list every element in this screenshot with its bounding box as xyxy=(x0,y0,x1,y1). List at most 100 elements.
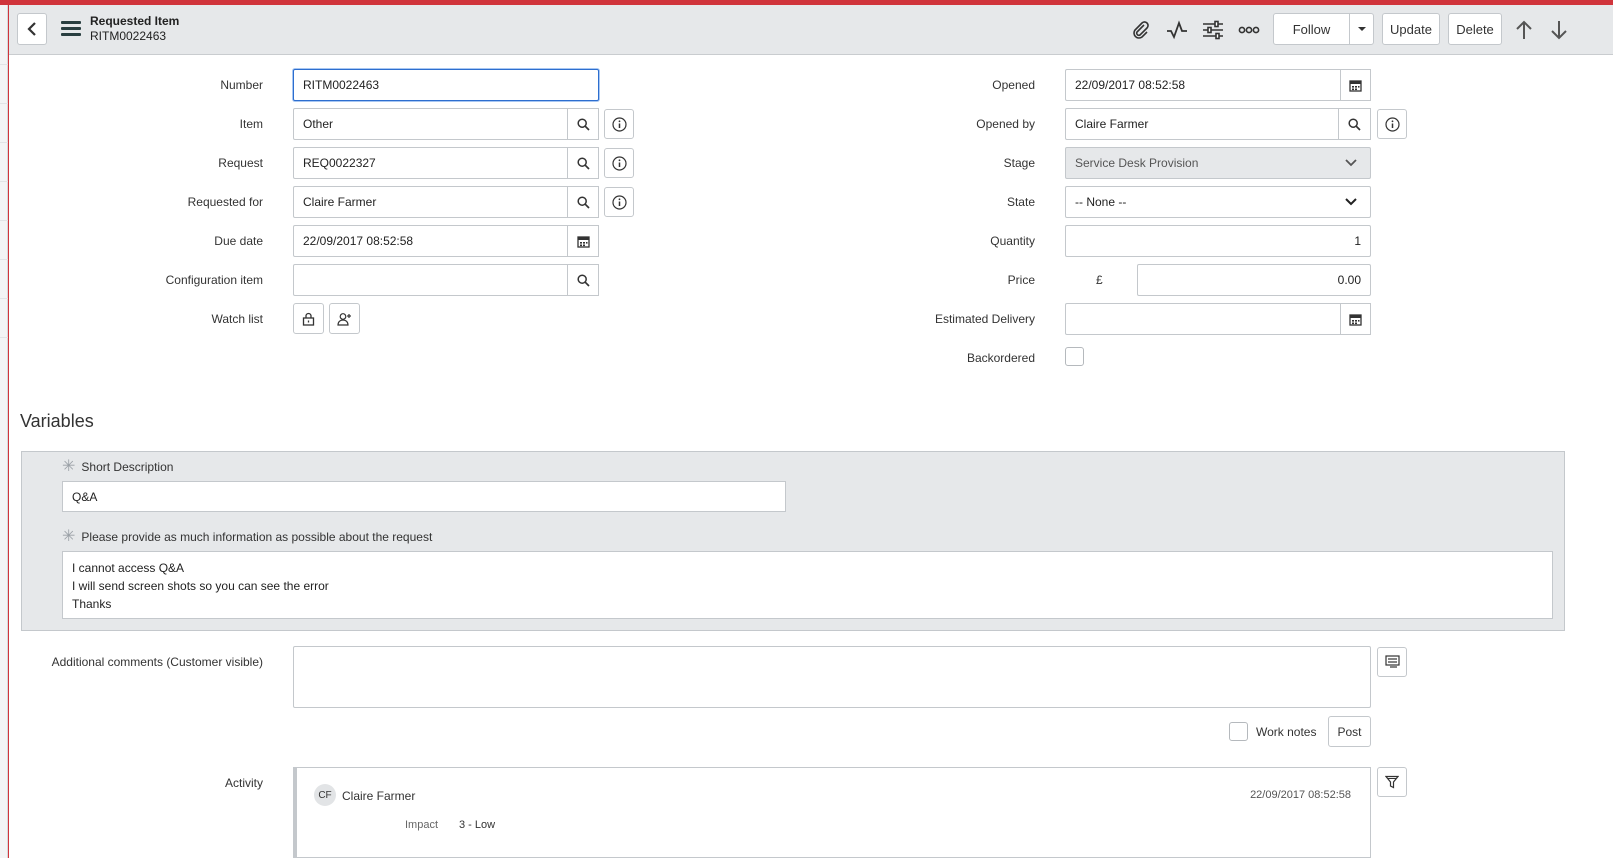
calendar-icon xyxy=(1349,313,1362,326)
activity-pulse-icon[interactable] xyxy=(1164,17,1190,43)
activity-filter-button[interactable] xyxy=(1377,767,1407,797)
number-field[interactable]: RITM0022463 xyxy=(293,69,599,101)
caret-down-icon xyxy=(1357,27,1366,31)
additional-comments-label: Additional comments (Customer visible) xyxy=(51,655,263,669)
details-line: I cannot access Q&A xyxy=(72,561,185,575)
backordered-checkbox[interactable] xyxy=(1065,347,1084,366)
personalize-sliders-icon[interactable] xyxy=(1200,17,1226,43)
search-icon xyxy=(1348,117,1361,131)
activity-stream: CF Claire Farmer 22/09/2017 08:52:58 Imp… xyxy=(293,767,1371,858)
quantity-field[interactable]: 1 xyxy=(1065,225,1371,257)
search-icon xyxy=(576,273,590,287)
estimated-delivery-label: Estimated Delivery xyxy=(934,312,1035,326)
price-field[interactable]: 0.00 xyxy=(1137,264,1371,296)
configuration-item-lookup-button[interactable] xyxy=(567,264,599,296)
filter-funnel-icon xyxy=(1385,775,1399,789)
work-notes-label: Work notes xyxy=(1256,725,1317,739)
opened-by-label: Opened by xyxy=(976,117,1035,131)
arrow-up-icon[interactable] xyxy=(1511,17,1537,43)
state-select[interactable]: -- None -- xyxy=(1065,186,1371,218)
arrow-down-icon[interactable] xyxy=(1546,17,1572,43)
delete-button[interactable]: Delete xyxy=(1448,13,1502,45)
left-red-divider xyxy=(8,5,9,858)
request-field[interactable]: REQ0022327 xyxy=(293,147,569,179)
activity-user: Claire Farmer xyxy=(342,789,416,803)
info-icon xyxy=(611,194,627,210)
record-type-title: Requested Item xyxy=(90,14,180,28)
number-label: Number xyxy=(220,78,263,92)
more-options-icon[interactable] xyxy=(1236,17,1262,43)
item-info-button[interactable] xyxy=(604,109,634,139)
stage-select[interactable]: Service Desk Provision xyxy=(1065,147,1371,179)
requested-for-lookup-button[interactable] xyxy=(567,186,599,218)
details-label: ✳ Please provide as much information as … xyxy=(62,528,433,545)
opened-by-info-button[interactable] xyxy=(1377,109,1407,139)
update-button[interactable]: Update xyxy=(1382,13,1440,45)
chevron-left-icon xyxy=(27,22,36,36)
post-button[interactable]: Post xyxy=(1328,716,1371,747)
stage-value: Service Desk Provision xyxy=(1075,156,1199,170)
avatar: CF xyxy=(314,784,336,806)
backordered-label: Backordered xyxy=(966,351,1035,365)
work-notes-checkbox[interactable] xyxy=(1229,722,1248,741)
state-value: -- None -- xyxy=(1075,195,1127,209)
details-textarea[interactable]: I cannot access Q&A I will send screen s… xyxy=(62,551,1553,619)
chevron-down-icon xyxy=(1345,159,1357,167)
opened-label: Opened xyxy=(992,78,1035,92)
additional-comments-textarea[interactable] xyxy=(293,646,1371,708)
opened-by-lookup-button[interactable] xyxy=(1338,108,1371,140)
comment-formatting-button[interactable] xyxy=(1377,647,1407,677)
opened-by-field[interactable]: Claire Farmer xyxy=(1065,108,1340,140)
price-currency: £ xyxy=(1096,273,1103,287)
hamburger-menu-icon[interactable] xyxy=(61,19,81,39)
estimated-delivery-field[interactable] xyxy=(1065,303,1342,335)
watch-list-add-me-button[interactable] xyxy=(329,303,360,334)
short-description-label: ✳ Short Description xyxy=(62,459,174,475)
item-lookup-button[interactable] xyxy=(567,108,599,140)
request-lookup-button[interactable] xyxy=(567,147,599,179)
requested-for-info-button[interactable] xyxy=(604,187,634,217)
short-description-field[interactable]: Q&A xyxy=(62,481,786,512)
opened-date-picker-button[interactable] xyxy=(1340,69,1371,101)
info-icon xyxy=(1384,116,1400,132)
activity-label: Activity xyxy=(224,776,263,790)
details-line: I will send screen shots so you can see … xyxy=(72,579,329,593)
due-date-field[interactable]: 22/09/2017 08:52:58 xyxy=(293,225,569,257)
record-number: RITM0022463 xyxy=(90,29,167,43)
info-icon xyxy=(611,155,627,171)
search-icon xyxy=(576,117,590,131)
lock-icon xyxy=(302,312,315,326)
mandatory-asterisk-icon: ✳ xyxy=(62,528,76,545)
activity-field-value: 3 - Low xyxy=(459,819,496,831)
item-label: Item xyxy=(239,117,263,131)
details-label-text: Please provide as much information as po… xyxy=(81,530,433,544)
due-date-label: Due date xyxy=(214,234,263,248)
watch-list-unlock-button[interactable] xyxy=(293,303,324,334)
variables-section-title: Variables xyxy=(20,411,94,431)
estimated-delivery-picker-button[interactable] xyxy=(1340,303,1371,335)
request-label: Request xyxy=(218,156,263,170)
left-navigator-strip xyxy=(0,5,8,858)
price-label: Price xyxy=(1007,273,1035,287)
calendar-icon xyxy=(576,235,590,248)
item-field[interactable]: Other xyxy=(293,108,569,140)
activity-field-label: Impact xyxy=(405,819,439,831)
requested-for-label: Requested for xyxy=(187,195,263,209)
details-line: Thanks xyxy=(72,597,112,611)
requested-for-field[interactable]: Claire Farmer xyxy=(293,186,569,218)
chevron-down-icon xyxy=(1345,198,1357,206)
paperclip-icon[interactable] xyxy=(1128,17,1154,43)
opened-field[interactable]: 22/09/2017 08:52:58 xyxy=(1065,69,1342,101)
calendar-icon xyxy=(1349,79,1362,92)
configuration-item-field[interactable] xyxy=(293,264,569,296)
due-date-picker-button[interactable] xyxy=(567,225,599,257)
search-icon xyxy=(576,156,590,170)
follow-button[interactable]: Follow xyxy=(1273,13,1350,45)
search-icon xyxy=(576,195,590,209)
watch-list-label: Watch list xyxy=(211,312,263,326)
back-button[interactable] xyxy=(17,13,47,45)
short-description-label-text: Short Description xyxy=(81,460,174,474)
request-info-button[interactable] xyxy=(604,148,634,178)
quantity-label: Quantity xyxy=(990,234,1035,248)
follow-dropdown-button[interactable] xyxy=(1349,13,1374,45)
